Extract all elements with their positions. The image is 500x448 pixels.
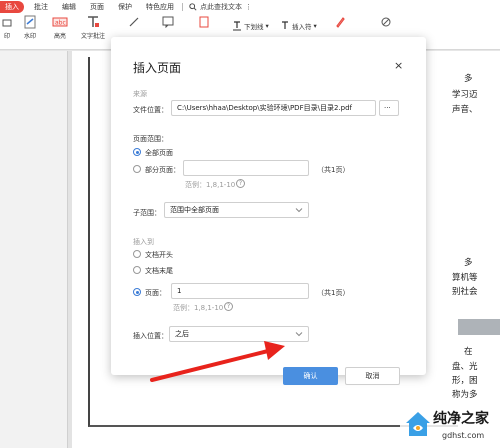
annotation-arrow-icon xyxy=(150,341,285,382)
watermark-url: gdhst.com xyxy=(442,431,485,440)
house-logo-icon xyxy=(406,412,430,436)
site-watermark: 纯净之家 gdhst.com xyxy=(400,406,500,448)
watermark-brand: 纯净之家 xyxy=(433,411,489,427)
